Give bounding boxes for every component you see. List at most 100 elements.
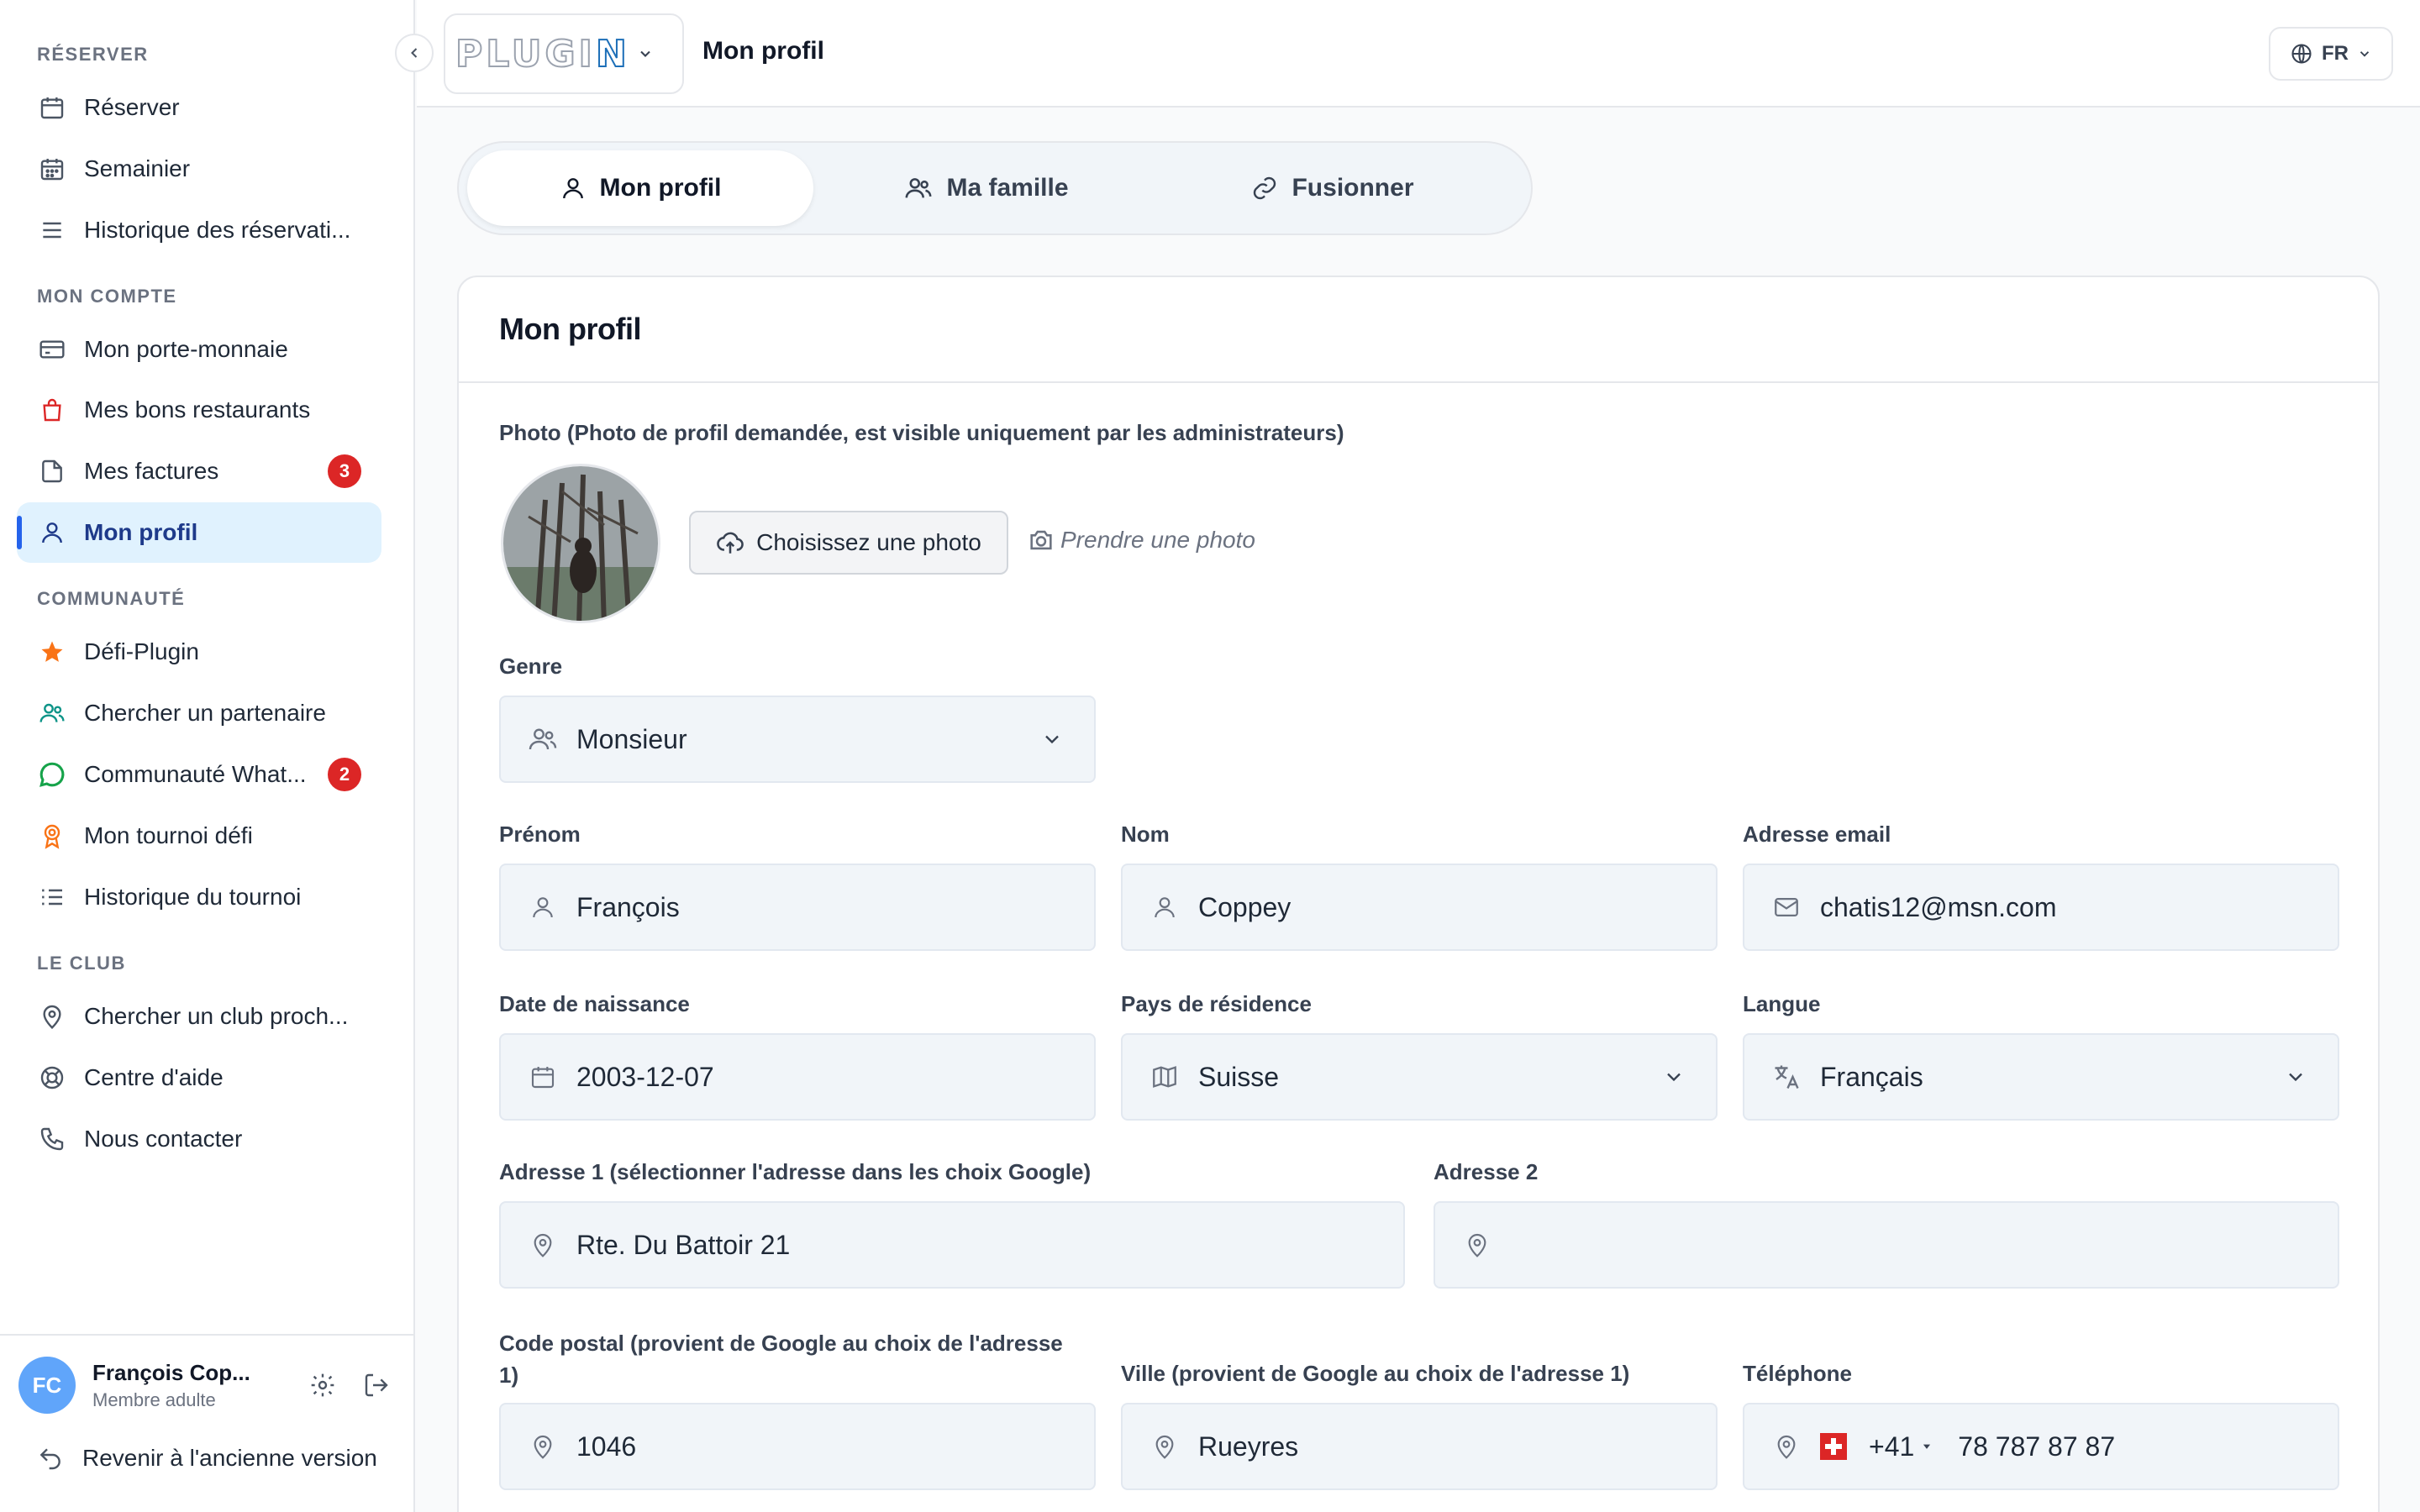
language-select[interactable]: Français: [1743, 1033, 2339, 1121]
factures-count-badge: 3: [328, 454, 361, 488]
sidebar-item-label: Mon profil: [84, 519, 198, 545]
sidebar-item-factures[interactable]: Mes factures 3: [17, 441, 381, 501]
address2-field[interactable]: [1434, 1201, 2339, 1289]
dial-code: +41: [1869, 1431, 1915, 1462]
phone-label: Téléphone: [1743, 1361, 1853, 1386]
tab-ma-famille[interactable]: Ma famille: [813, 150, 1160, 226]
postal-label-line1: Code postal (provient de Google au choix…: [499, 1331, 1063, 1356]
profile-tabs: Mon profil Ma famille Fusionner: [457, 141, 1533, 235]
nom-field[interactable]: Coppey: [1121, 864, 1718, 951]
tab-label: Fusionner: [1292, 174, 1414, 202]
city-field[interactable]: Rueyres: [1121, 1403, 1718, 1490]
phone-field[interactable]: +41 78 787 87 87: [1743, 1403, 2339, 1490]
sidebar-item-tournoi-defi[interactable]: Mon tournoi défi: [17, 806, 381, 866]
tab-mon-profil[interactable]: Mon profil: [467, 150, 813, 226]
email-field[interactable]: chatis12@msn.com: [1743, 864, 2339, 951]
list-ordered-icon: [37, 882, 67, 912]
sidebar-item-chercher-partenaire[interactable]: Chercher un partenaire: [17, 683, 381, 743]
sidebar-item-porte-monnaie[interactable]: Mon porte-monnaie: [17, 319, 381, 380]
mail-icon: [1770, 890, 1803, 924]
sidebar-item-communaute-whatsapp[interactable]: Communauté What... 2: [17, 744, 381, 805]
nom-label: Nom: [1121, 822, 1170, 847]
section-mon-compte: MON COMPTE: [37, 286, 177, 307]
users-icon: [37, 698, 67, 728]
credit-card-icon: [37, 334, 67, 365]
postal-field[interactable]: 1046: [499, 1403, 1096, 1490]
language-code: FR: [2322, 42, 2349, 65]
tab-fusionner[interactable]: Fusionner: [1160, 150, 1506, 226]
globe-icon: [2290, 42, 2313, 66]
sidebar-item-label: Chercher un club proch...: [84, 1003, 349, 1029]
birthdate-field[interactable]: 2003-12-07: [499, 1033, 1096, 1121]
user-icon: [526, 890, 560, 924]
communaute-count-badge: 2: [328, 758, 361, 791]
user-icon: [1148, 890, 1181, 924]
logout-icon[interactable]: [363, 1372, 390, 1399]
prenom-field[interactable]: François: [499, 864, 1096, 951]
sidebar-item-defi-plugin[interactable]: Défi-Plugin: [17, 622, 381, 682]
section-communaute: COMMUNAUTÉ: [37, 588, 186, 609]
shopping-bag-icon: [37, 395, 67, 425]
sidebar-item-label: Mes bons restaurants: [84, 396, 311, 423]
user-name: François Cop...: [92, 1359, 250, 1385]
sidebar-item-historique-reservations[interactable]: Historique des réservati...: [17, 200, 381, 260]
country-select[interactable]: Suisse: [1121, 1033, 1718, 1121]
postal-label-line2: 1): [499, 1362, 519, 1388]
sidebar-item-label: Mon tournoi défi: [84, 822, 253, 848]
genre-select[interactable]: Monsieur: [499, 696, 1096, 783]
email-label: Adresse email: [1743, 822, 1891, 847]
choose-photo-label: Choisissez une photo: [756, 529, 981, 555]
map-pin-icon: [37, 1001, 67, 1032]
sidebar-item-nous-contacter[interactable]: Nous contacter: [17, 1109, 381, 1169]
sidebar-item-label: Réserver: [84, 94, 180, 120]
language-selector[interactable]: FR: [2269, 27, 2393, 81]
sidebar: RÉSERVER Réserver Semainier Historique d…: [0, 0, 415, 1512]
user-role: Membre adulte: [92, 1389, 216, 1410]
caret-down-icon: [1923, 1444, 1931, 1449]
address1-value: Rte. Du Battoir 21: [576, 1229, 791, 1260]
phone-icon: [37, 1124, 67, 1154]
users-icon: [526, 722, 560, 756]
section-reserver: RÉSERVER: [37, 44, 149, 65]
profile-card: Mon profil Photo (Photo de profil demand…: [457, 276, 2380, 1512]
sidebar-item-historique-tournoi[interactable]: Historique du tournoi: [17, 867, 381, 927]
sidebar-item-chercher-club[interactable]: Chercher un club proch...: [17, 986, 381, 1047]
profile-photo: [501, 464, 660, 623]
take-photo-button[interactable]: Prendre une photo: [1027, 526, 1255, 554]
map-icon: [1148, 1060, 1181, 1094]
birthdate-label: Date de naissance: [499, 991, 690, 1016]
photo-label: Photo (Photo de profil demandée, est vis…: [499, 420, 1344, 445]
prenom-value: François: [576, 891, 680, 922]
sidebar-item-reserver[interactable]: Réserver: [17, 77, 381, 138]
lifebuoy-icon: [37, 1063, 67, 1093]
city-label: Ville (provient de Google au choix de l'…: [1121, 1361, 1630, 1386]
sidebar-item-bons-restaurants[interactable]: Mes bons restaurants: [17, 380, 381, 440]
tab-label: Mon profil: [599, 174, 722, 202]
avatar[interactable]: FC: [18, 1357, 76, 1414]
translate-icon: [1770, 1060, 1803, 1094]
back-link-label: Revenir à l'ancienne version: [82, 1445, 377, 1471]
logo-accent-letter: N: [595, 32, 630, 76]
chevron-down-icon: [1662, 1065, 1686, 1089]
address1-field[interactable]: Rte. Du Battoir 21: [499, 1201, 1405, 1289]
choose-photo-button[interactable]: Choisissez une photo: [689, 511, 1008, 575]
sidebar-item-label: Chercher un partenaire: [84, 700, 326, 726]
active-indicator: [17, 516, 22, 549]
sidebar-item-label: Historique du tournoi: [84, 884, 302, 910]
genre-value: Monsieur: [576, 723, 687, 754]
sidebar-item-centre-aide[interactable]: Centre d'aide: [17, 1047, 381, 1108]
country-label: Pays de résidence: [1121, 991, 1312, 1016]
tab-label: Ma famille: [946, 174, 1069, 202]
club-selector[interactable]: PLUGIN: [444, 13, 684, 94]
dial-code-selector[interactable]: +41: [1869, 1431, 1933, 1462]
card-title: Mon profil: [499, 312, 641, 346]
sidebar-item-semainier[interactable]: Semainier: [17, 139, 381, 199]
sidebar-item-mon-profil[interactable]: Mon profil: [17, 502, 381, 563]
address2-label: Adresse 2: [1434, 1159, 1539, 1184]
map-pin-icon: [1148, 1430, 1181, 1463]
gear-icon[interactable]: [309, 1372, 336, 1399]
prenom-label: Prénom: [499, 822, 581, 847]
collapse-sidebar-button[interactable]: [395, 34, 434, 72]
back-to-old-version-link[interactable]: Revenir à l'ancienne version: [37, 1445, 377, 1472]
sidebar-item-label: Communauté What...: [84, 761, 307, 787]
